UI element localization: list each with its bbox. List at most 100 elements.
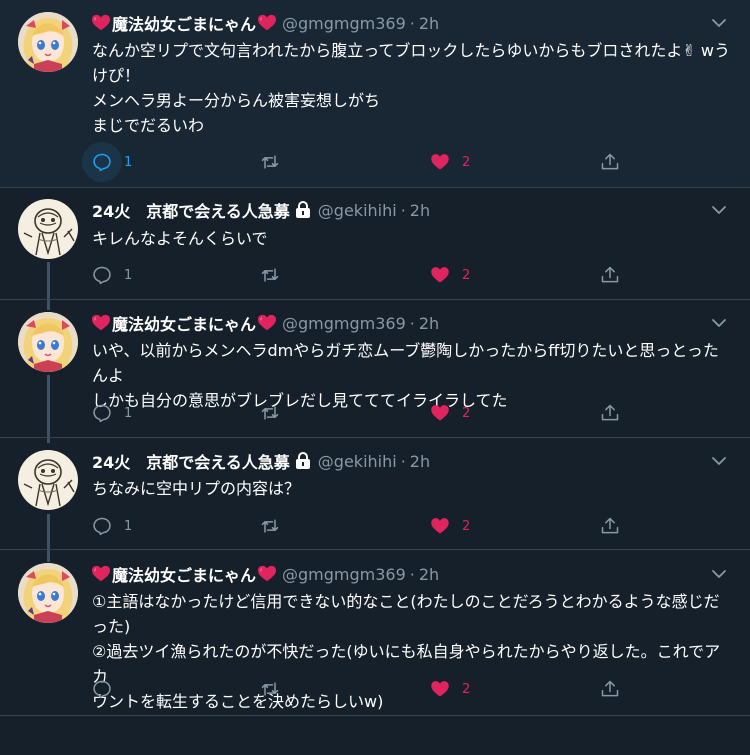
retweet-button[interactable] <box>260 511 292 541</box>
share-button[interactable] <box>600 260 620 290</box>
share-button[interactable] <box>600 398 620 428</box>
reply-count: 1 <box>124 405 133 421</box>
like-icon <box>430 152 450 172</box>
chevron-down-icon[interactable] <box>710 314 728 332</box>
display-name-text: 魔法幼女ごまにゃん <box>112 566 257 585</box>
heart-emoji-icon <box>258 14 277 32</box>
retweet-button[interactable] <box>260 147 292 177</box>
reply-button[interactable] <box>92 674 124 704</box>
retweet-icon <box>260 265 280 285</box>
reply-count: 1 <box>124 267 133 283</box>
share-icon <box>600 403 620 423</box>
display-name[interactable]: 魔法幼女ごまにゃん <box>92 11 277 35</box>
display-name-text: 24火 京都で会える人急募 <box>92 202 290 221</box>
tweet[interactable]: 魔法幼女ごまにゃん @gmgmgm369 · 2h なんか空リプで文句言われたから腹立っ… <box>0 0 750 188</box>
reply-button[interactable]: 1 <box>82 142 133 182</box>
share-icon <box>600 152 620 172</box>
like-button[interactable]: 2 <box>430 398 470 428</box>
tweet-text: なんか空リプで文句言われたから腹立ってブロックしたらゆいからもブロされたよ✌ w… <box>92 38 732 138</box>
heart-emoji-icon <box>258 314 277 332</box>
like-button[interactable]: 2 <box>430 147 470 177</box>
heart-emoji-icon <box>258 565 277 583</box>
separator-dot: · <box>400 200 406 220</box>
retweet-button[interactable] <box>260 674 292 704</box>
share-icon <box>600 516 620 536</box>
tweet-actions: 12 <box>92 398 632 428</box>
tweet[interactable]: 24火 京都で会える人急募 @gekihihi · 2h ちなみに空中リプの内容は？ 1 2 <box>0 437 750 550</box>
reply-icon <box>92 265 112 285</box>
user-handle[interactable]: @gekihihi <box>318 201 397 220</box>
share-button[interactable] <box>600 674 620 704</box>
tweet[interactable]: 魔法幼女ごまにゃん @gmgmgm369 · 2h ①主語はなかったけど信用できない的な… <box>0 549 750 716</box>
avatar[interactable] <box>18 312 78 372</box>
like-icon <box>430 403 450 423</box>
reply-count: 1 <box>124 154 133 170</box>
retweet-icon <box>260 152 280 172</box>
like-button[interactable]: 2 <box>430 260 470 290</box>
tweet-text-line: メンヘラ男よー分からん被害妄想しがち <box>92 91 381 110</box>
tweet[interactable]: 魔法幼女ごまにゃん @gmgmgm369 · 2h いや、以前からメンヘラdmやらガチ恋… <box>0 299 750 438</box>
display-name[interactable]: 魔法幼女ごまにゃん <box>92 311 277 335</box>
retweet-button[interactable] <box>260 260 292 290</box>
chevron-down-icon[interactable] <box>710 565 728 583</box>
retweet-icon <box>260 679 280 699</box>
avatar[interactable] <box>18 563 78 623</box>
reply-icon <box>92 516 112 536</box>
like-count: 2 <box>462 154 471 170</box>
chevron-down-icon[interactable] <box>710 14 728 32</box>
tweet-actions: 12 <box>82 142 632 182</box>
tweet-actions: 12 <box>92 511 632 541</box>
tweet-header: 魔法幼女ごまにゃん @gmgmgm369 · 2h <box>92 311 439 335</box>
reply-button[interactable]: 1 <box>92 260 132 290</box>
timestamp[interactable]: 2h <box>410 201 430 220</box>
tweet-text: ちなみに空中リプの内容は？ <box>92 476 732 501</box>
timestamp[interactable]: 2h <box>419 565 439 584</box>
chevron-down-icon[interactable] <box>710 452 728 470</box>
display-name-text: 魔法幼女ごまにゃん <box>112 315 257 334</box>
tweet[interactable]: 24火 京都で会える人急募 @gekihihi · 2h キレんなよそんくらいで 1 2 <box>0 187 750 300</box>
share-button[interactable] <box>600 511 620 541</box>
like-count: 2 <box>462 681 471 697</box>
like-icon <box>430 265 450 285</box>
tweet-text-line: キレんなよそんくらいで <box>92 229 268 248</box>
like-button[interactable]: 2 <box>430 674 470 704</box>
display-name[interactable]: 魔法幼女ごまにゃん <box>92 562 277 586</box>
tweet-header: 魔法幼女ごまにゃん @gmgmgm369 · 2h <box>92 11 439 35</box>
tweet-header: 24火 京都で会える人急募 @gekihihi · 2h <box>92 449 430 473</box>
reply-button[interactable]: 1 <box>92 511 132 541</box>
avatar[interactable] <box>18 199 78 259</box>
timestamp[interactable]: 2h <box>419 314 439 333</box>
reply-icon <box>92 679 112 699</box>
user-handle[interactable]: @gekihihi <box>318 452 397 471</box>
like-icon <box>430 516 450 536</box>
tweet-text-line: いや、以前からメンヘラdmやらガチ恋ムーブ鬱陶しかったからff切りたいと思っとっ… <box>92 341 719 385</box>
heart-emoji-icon <box>92 14 110 32</box>
retweet-button[interactable] <box>260 398 292 428</box>
tweet-actions: 2 <box>92 674 632 704</box>
share-icon <box>600 679 620 699</box>
tweet-actions: 12 <box>92 260 632 290</box>
like-button[interactable]: 2 <box>430 511 470 541</box>
separator-dot: · <box>409 313 415 333</box>
reply-icon <box>92 403 112 423</box>
timestamp[interactable]: 2h <box>410 452 430 471</box>
user-handle[interactable]: @gmgmgm369 <box>282 14 406 33</box>
tweet-text: キレんなよそんくらいで <box>92 226 732 251</box>
share-button[interactable] <box>600 147 620 177</box>
display-name[interactable]: 24火 京都で会える人急募 <box>92 198 312 222</box>
chevron-down-icon[interactable] <box>710 201 728 219</box>
reply-count: 1 <box>124 518 133 534</box>
tweet-header: 24火 京都で会える人急募 @gekihihi · 2h <box>92 198 430 222</box>
tweet-text-line: まじでだるいわ <box>92 116 205 135</box>
avatar[interactable] <box>18 450 78 510</box>
separator-dot: · <box>400 451 406 471</box>
display-name[interactable]: 24火 京都で会える人急募 <box>92 449 312 473</box>
avatar[interactable] <box>18 12 78 72</box>
like-count: 2 <box>462 405 471 421</box>
user-handle[interactable]: @gmgmgm369 <box>282 314 406 333</box>
reply-icon <box>92 152 112 172</box>
timestamp[interactable]: 2h <box>419 14 439 33</box>
heart-emoji-icon <box>92 314 110 332</box>
reply-button[interactable]: 1 <box>92 398 132 428</box>
user-handle[interactable]: @gmgmgm369 <box>282 565 406 584</box>
